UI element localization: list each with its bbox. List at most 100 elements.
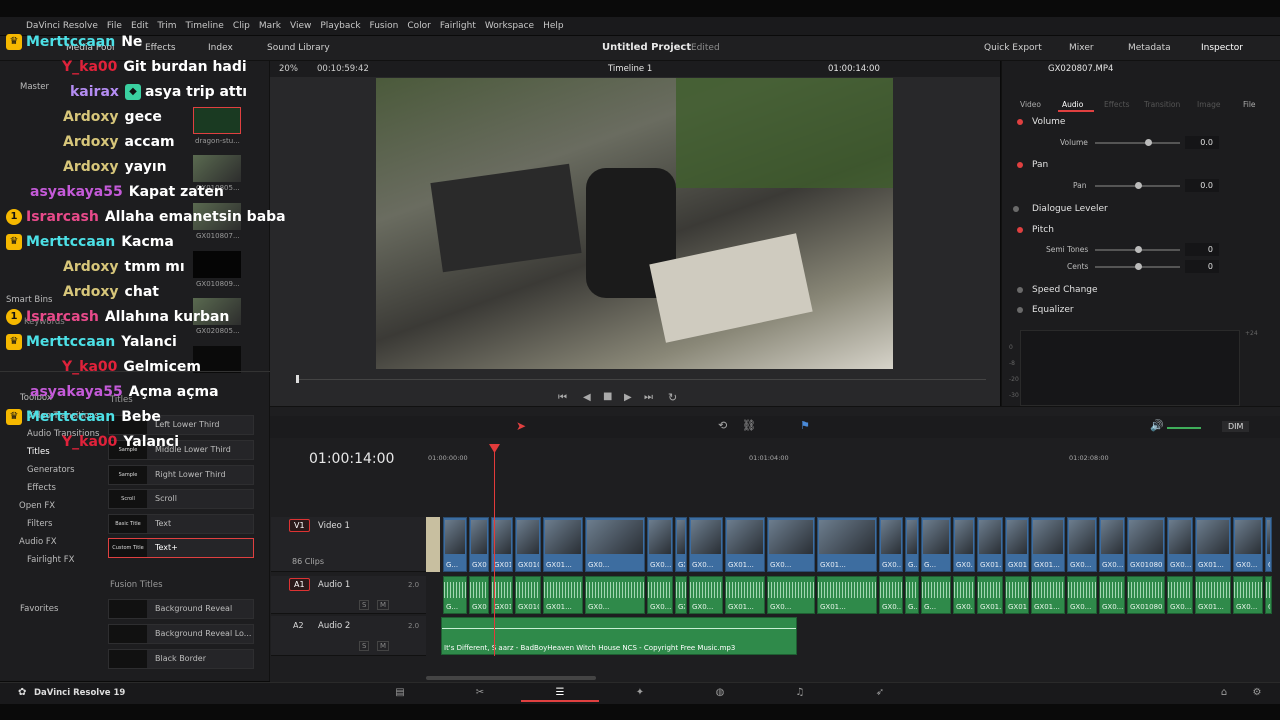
equalizer-label[interactable]: Equalizer — [1032, 305, 1074, 315]
master-bin[interactable]: Master — [20, 82, 49, 92]
audio-clip[interactable]: GX0... — [953, 576, 975, 614]
reverse-icon[interactable]: ◀ — [583, 392, 591, 403]
audio-clip[interactable]: GX0... — [767, 576, 815, 614]
menu-timeline[interactable]: Timeline — [186, 21, 224, 31]
video-clip[interactable]: GX010807... — [675, 517, 687, 572]
video-clip[interactable]: GX010807... — [1127, 517, 1165, 572]
scrubber-track[interactable] — [296, 379, 986, 380]
video-clip[interactable]: GX0... — [647, 517, 673, 572]
video-clip[interactable]: GX01... — [1195, 517, 1231, 572]
video-clip[interactable]: GX01... — [1031, 517, 1065, 572]
zoom-level[interactable]: 20% — [279, 64, 298, 74]
audio-clip[interactable]: GX0... — [469, 576, 489, 614]
equalizer-graph[interactable] — [1020, 330, 1240, 406]
audio-clip[interactable]: GX01... — [543, 576, 583, 614]
audio-clip[interactable]: GX0... — [1167, 576, 1193, 614]
scrubber-handle[interactable] — [296, 375, 299, 383]
loop-icon[interactable]: ↻ — [668, 391, 677, 404]
audio-clip[interactable]: GX01... — [1031, 576, 1065, 614]
video-clip[interactable]: G... — [443, 517, 467, 572]
settings-gear-icon[interactable]: ⚙ — [1251, 687, 1263, 699]
sound-library-button[interactable]: Sound Library — [267, 43, 330, 53]
volume-slider[interactable] — [1095, 142, 1180, 144]
audio-clip[interactable]: GX0... — [1067, 576, 1097, 614]
audio-clip[interactable]: GX01... — [1265, 576, 1272, 614]
pan-slider-knob[interactable] — [1134, 182, 1142, 189]
a1-track-tag[interactable]: A1 — [289, 578, 310, 591]
audio-clip[interactable]: GX010807... — [675, 576, 687, 614]
home-icon[interactable]: ⌂ — [1218, 687, 1230, 699]
video-clip[interactable]: GX0... — [767, 517, 815, 572]
fusion-page-icon[interactable]: ✦ — [634, 687, 646, 699]
audio-clip[interactable]: GX0... — [647, 576, 673, 614]
video-clip[interactable]: GX0... — [1233, 517, 1263, 572]
video-clip[interactable]: GX0... — [1067, 517, 1097, 572]
audio-clip[interactable]: G... — [443, 576, 467, 614]
volume-slider-knob[interactable] — [1144, 139, 1152, 146]
menu-help[interactable]: Help — [543, 21, 564, 31]
video-clip[interactable]: GX0... — [469, 517, 489, 572]
video-clip[interactable]: GX01... — [817, 517, 877, 572]
audio-clip[interactable]: GX01... — [1195, 576, 1231, 614]
tab-transition[interactable]: Transition — [1144, 100, 1180, 109]
color-page-icon[interactable]: ◍ — [714, 687, 726, 699]
video-frame[interactable] — [376, 78, 893, 369]
tab-image[interactable]: Image — [1197, 100, 1221, 109]
volume-value[interactable]: 0.0 — [1185, 136, 1219, 149]
video-clip[interactable]: GX0... — [1167, 517, 1193, 572]
video-clip[interactable]: GX01... — [725, 517, 765, 572]
gap-clip[interactable] — [426, 517, 440, 572]
video-clip[interactable]: GX0... — [953, 517, 975, 572]
media-thumb[interactable] — [193, 251, 241, 278]
dialogue-enable-dot[interactable] — [1013, 206, 1019, 212]
volume-meter-slider[interactable] — [1167, 427, 1201, 429]
menu-mark[interactable]: Mark — [259, 21, 281, 31]
speaker-icon[interactable]: 🔊 — [1150, 419, 1164, 432]
title-tile[interactable]: Basic Title Text — [108, 514, 254, 534]
speed-change-enable-dot[interactable] — [1017, 287, 1023, 293]
audio-clip[interactable]: GX0... — [689, 576, 723, 614]
nav-filters[interactable]: Filters — [27, 519, 52, 529]
pitch-enable-dot[interactable] — [1017, 227, 1023, 233]
fusion-title-tile[interactable]: Background Reveal — [108, 599, 254, 619]
cents-value[interactable]: 0 — [1185, 260, 1219, 273]
volume-enable-dot[interactable] — [1017, 119, 1023, 125]
video-clip[interactable]: GX0... — [879, 517, 903, 572]
video-clip[interactable]: GX010806... — [1005, 517, 1029, 572]
semitones-value[interactable]: 0 — [1185, 243, 1219, 256]
stop-icon[interactable]: ■ — [603, 391, 612, 402]
metadata-button[interactable]: Metadata — [1128, 43, 1171, 53]
playhead-line[interactable] — [494, 444, 495, 656]
audio-clip[interactable]: G... — [905, 576, 919, 614]
nav-effects[interactable]: Effects — [27, 483, 56, 493]
speed-change-label[interactable]: Speed Change — [1032, 285, 1098, 295]
play-icon[interactable]: ▶ — [624, 392, 632, 403]
pan-value[interactable]: 0.0 — [1185, 179, 1219, 192]
menu-playback[interactable]: Playback — [320, 21, 360, 31]
menu-trim[interactable]: Trim — [157, 21, 176, 31]
pan-enable-dot[interactable] — [1017, 162, 1023, 168]
audio-clip[interactable]: GX0... — [1099, 576, 1125, 614]
media-thumb[interactable] — [193, 155, 241, 182]
flag-icon[interactable]: ⚑ — [800, 419, 810, 432]
audio-clip[interactable]: GX0... — [879, 576, 903, 614]
title-tile[interactable]: Sample Right Lower Third — [108, 465, 254, 485]
quick-export-button[interactable]: Quick Export — [984, 43, 1042, 53]
timeline-selector[interactable]: Timeline 1 — [608, 64, 652, 74]
audio-clip[interactable]: GX01... — [725, 576, 765, 614]
video-clip[interactable]: GX0... — [689, 517, 723, 572]
selection-tool-icon[interactable]: ➤ — [516, 419, 526, 433]
fusion-title-tile[interactable]: Background Reveal Lo... — [108, 624, 254, 644]
timeline-scrollbar[interactable] — [426, 676, 596, 680]
video-clip[interactable]: G... — [921, 517, 951, 572]
title-tile-selected[interactable]: Custom Title Text+ — [108, 538, 254, 558]
audio-clip[interactable]: GX0... — [585, 576, 645, 614]
index-button[interactable]: Index — [208, 43, 233, 53]
nav-titles[interactable]: Titles — [27, 447, 50, 457]
nav-generators[interactable]: Generators — [27, 465, 75, 475]
video-clip[interactable]: GX01... — [543, 517, 583, 572]
a2-track-tag[interactable]: A2 — [293, 621, 304, 630]
audio1-mute-button[interactable]: M — [377, 600, 390, 610]
audio-clip[interactable]: G... — [921, 576, 951, 614]
tab-file[interactable]: File — [1243, 100, 1256, 109]
